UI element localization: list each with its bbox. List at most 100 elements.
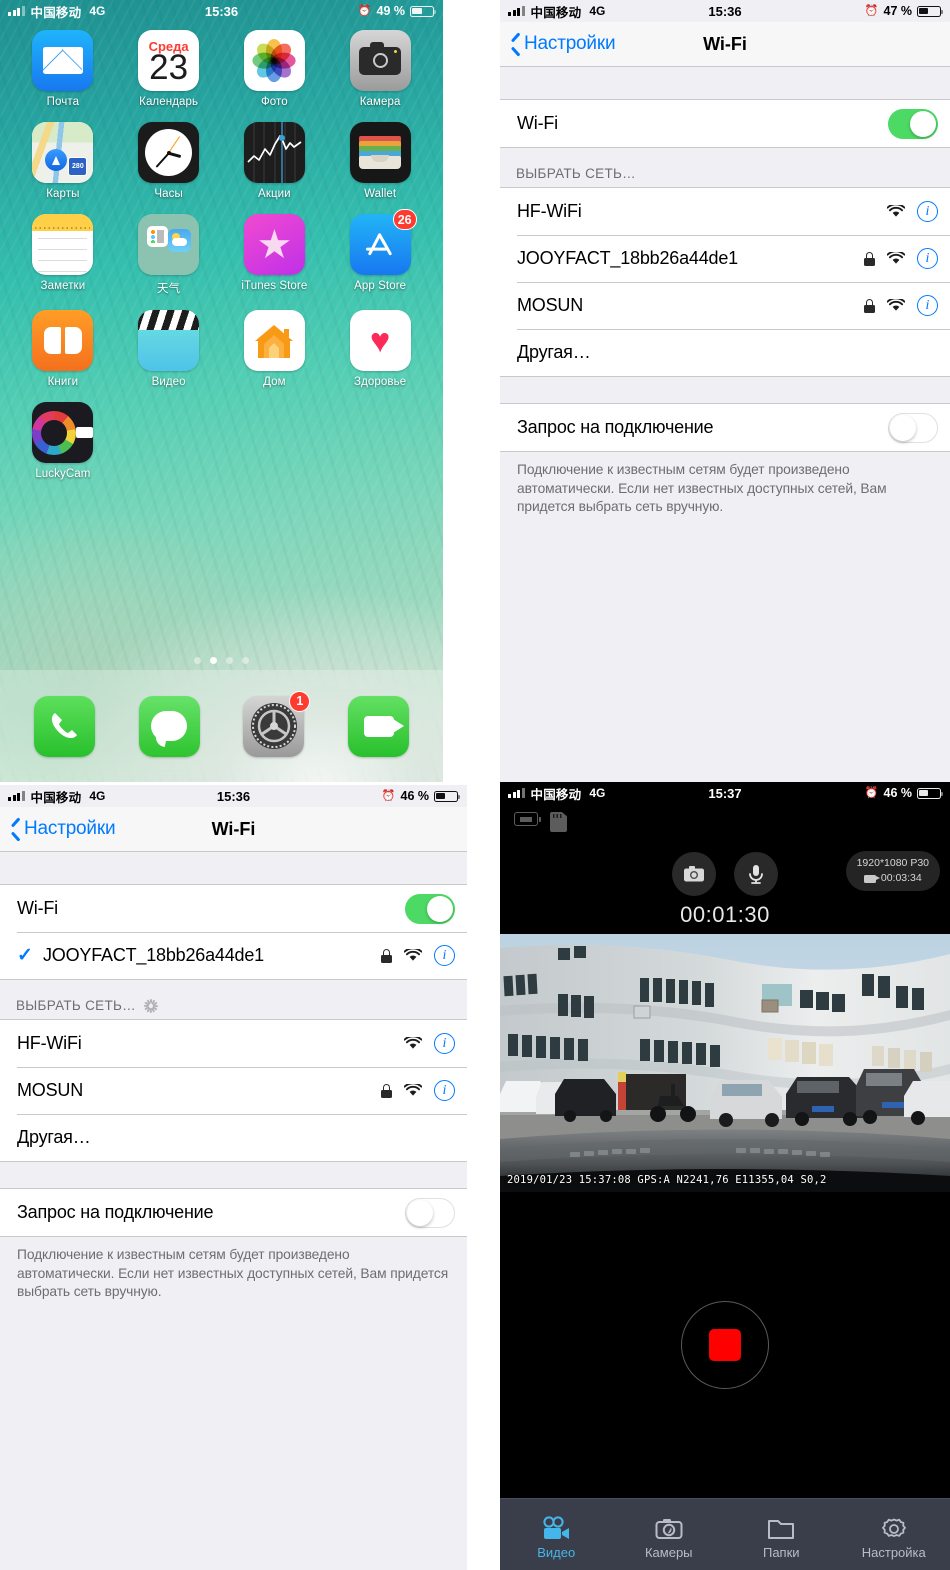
settings-body: Wi-Fi ✓ JOOYFACT_18bb26a44de1 i ВЫБРАТЬ … (0, 852, 467, 1570)
elapsed-timer-label: 00:01:30 (680, 902, 770, 927)
app-grid: Почта Среда 23 Календарь Фото Камера 280… (0, 22, 443, 480)
back-button[interactable]: Настройки (510, 33, 616, 55)
app-icon-notes[interactable]: Заметки (10, 214, 116, 296)
network-list: HF-WiFi i MOSUN i Другая… (0, 1019, 467, 1162)
info-icon[interactable]: i (917, 248, 938, 269)
ask-to-join-group: Запрос на подключение (500, 403, 950, 452)
app-icon-calendar[interactable]: Среда 23 Календарь (116, 30, 222, 108)
wifi-toggle-label: Wi-Fi (17, 898, 58, 918)
info-icon[interactable]: i (434, 1033, 455, 1054)
app-icon-health[interactable]: ♥ Здоровье (327, 310, 433, 388)
connected-network-row[interactable]: ✓ JOOYFACT_18bb26a44de1 i (0, 932, 467, 979)
network-row-other[interactable]: Другая… (500, 329, 950, 376)
app-icon-home[interactable]: Дом (222, 310, 328, 388)
app-label: App Store (354, 280, 407, 292)
tab-video[interactable]: Видео (500, 1499, 613, 1570)
network-type-label: 4G (589, 4, 606, 18)
dock-item-messages[interactable] (138, 695, 200, 757)
tab-label: Видео (537, 1544, 576, 1560)
app-icon-weather-folder[interactable]: 天气 (116, 214, 222, 296)
lock-icon (864, 251, 875, 266)
info-icon[interactable]: i (434, 945, 455, 966)
network-row-hf-wifi[interactable]: HF-WiFi i (500, 188, 950, 235)
ask-to-join-footnote: Подключение к известным сетям будет прои… (517, 462, 887, 515)
alarm-clock-icon: ⏰ (864, 4, 879, 17)
wifi-bottom-status-bar: 中国移动 4G 15:36 ⏰ 46 % (0, 785, 467, 807)
ask-to-join-switch[interactable] (405, 1197, 455, 1228)
wifi-settings-panel-top: 中国移动 4G 15:36 ⏰ 47 % Настройки Wi-Fi Wi-… (500, 0, 950, 782)
home-status-bar: 中国移动 4G 15:36 ⏰ 49 % (0, 0, 443, 22)
wifi-toggle-row[interactable]: Wi-Fi (0, 885, 467, 932)
network-row-mosun[interactable]: MOSUN i (500, 282, 950, 329)
app-icon-luckycam[interactable]: LuckyCam (10, 402, 116, 480)
network-row-mosun[interactable]: MOSUN i (0, 1067, 467, 1114)
dock-item-settings[interactable]: 1 (243, 690, 311, 757)
dock-item-phone[interactable] (33, 695, 95, 757)
info-icon[interactable]: i (434, 1080, 455, 1101)
wifi-toggle-row[interactable]: Wi-Fi (500, 100, 950, 147)
itunes-store-icon: ★ (243, 214, 305, 275)
app-icon-itunes-store[interactable]: ★ iTunes Store (222, 214, 328, 296)
battery-percent-label: 46 % (883, 786, 913, 800)
ask-to-join-switch[interactable] (888, 412, 938, 443)
ask-to-join-group: Запрос на подключение (0, 1188, 467, 1237)
phone-icon (33, 695, 95, 757)
network-ssid: HF-WiFi (17, 1033, 82, 1053)
back-button-label: Настройки (24, 818, 116, 839)
page-indicator-dots[interactable] (0, 657, 443, 664)
live-video-preview[interactable]: 2019/01/23 15:37:08 GPS:A N2241,76 E1135… (500, 934, 950, 1192)
other-network-label: Другая… (17, 1127, 91, 1147)
back-button[interactable]: Настройки (10, 818, 116, 840)
network-row-other[interactable]: Другая… (0, 1114, 467, 1161)
dock-item-facetime[interactable] (348, 695, 410, 757)
app-icon-books[interactable]: Книги (10, 310, 116, 388)
battery-icon (434, 790, 461, 802)
network-row-jooyfact[interactable]: JOOYFACT_18bb26a44de1 i (500, 235, 950, 282)
notes-icon (32, 214, 94, 275)
network-row-hf-wifi[interactable]: HF-WiFi i (0, 1020, 467, 1067)
app-label: Камера (359, 96, 401, 108)
navigation-bar: Настройки Wi-Fi (500, 22, 950, 67)
calendar-icon: Среда 23 (138, 30, 200, 91)
stocks-icon (243, 122, 305, 183)
wifi-toggle-switch[interactable] (888, 108, 938, 139)
ask-to-join-row[interactable]: Запрос на подключение (0, 1189, 467, 1236)
wifi-toggle-label: Wi-Fi (517, 113, 558, 133)
app-icon-clock[interactable]: Часы (116, 122, 222, 200)
tab-folders[interactable]: Папки (725, 1499, 838, 1570)
messages-icon (138, 695, 200, 757)
page-dot[interactable] (226, 657, 233, 664)
app-icon-mail[interactable]: Почта (10, 30, 116, 108)
info-icon[interactable]: i (917, 295, 938, 316)
app-label: Акции (258, 188, 291, 200)
app-icon-stocks[interactable]: Акции (222, 122, 328, 200)
app-icon-wallet[interactable]: Wallet (327, 122, 433, 200)
page-dot-active[interactable] (210, 657, 217, 664)
page-dot[interactable] (194, 657, 201, 664)
tab-cameras[interactable]: Камеры (613, 1499, 726, 1570)
carrier-label: 中国移动 (530, 5, 582, 20)
app-icon-camera[interactable]: Камера (327, 30, 433, 108)
microphone-button[interactable] (734, 852, 778, 896)
tab-label: Камеры (644, 1544, 693, 1560)
tab-settings[interactable]: Настройка (838, 1499, 950, 1570)
dashcam-scene (500, 934, 950, 1192)
stop-recording-button[interactable] (681, 1301, 769, 1389)
app-label: Заметки (40, 280, 86, 292)
battery-icon (917, 787, 944, 799)
dashcam-app-panel: 中国移动 4G 15:37 ⏰ 46 % 1920*1080 P30 00:03… (500, 782, 950, 1570)
app-icon-photos[interactable]: Фото (222, 30, 328, 108)
connected-network-ssid: JOOYFACT_18bb26a44de1 (43, 945, 264, 965)
info-icon[interactable]: i (917, 201, 938, 222)
camera-icon (655, 1518, 683, 1539)
wifi-signal-icon (886, 203, 906, 218)
app-icon-videos[interactable]: Видео (116, 310, 222, 388)
page-dot[interactable] (242, 657, 249, 664)
snapshot-button[interactable] (672, 852, 716, 896)
wifi-toggle-switch[interactable] (405, 893, 455, 924)
calendar-day: 23 (149, 48, 189, 88)
app-icon-maps[interactable]: 280 Карты (10, 122, 116, 200)
ask-to-join-row[interactable]: Запрос на подключение (500, 404, 950, 451)
app-icon-app-store[interactable]: 26 App Store (327, 209, 433, 296)
